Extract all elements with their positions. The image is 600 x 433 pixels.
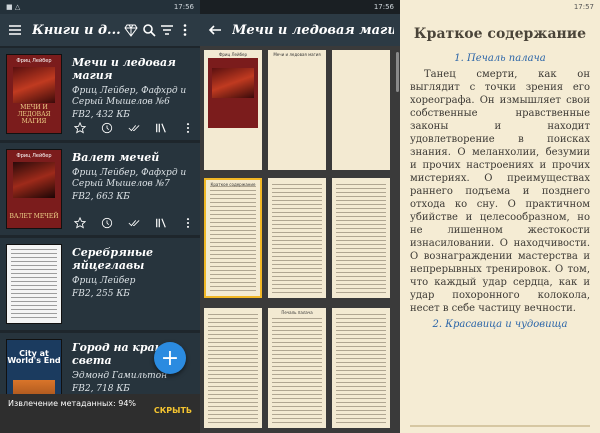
snackbar-text: Извлечение метаданных: 94% — [8, 399, 137, 408]
snackbar: Извлечение метаданных: 94% СКРЫТЬ — [0, 394, 200, 433]
page-grid: Фриц Лейбер Мечи и ледовая магия Краткое… — [200, 46, 400, 433]
snackbar-hide-button[interactable]: СКРЫТЬ — [154, 406, 192, 415]
back-arrow-icon[interactable] — [206, 21, 224, 39]
sort-icon[interactable] — [158, 21, 176, 39]
section-paragraph: Танец смерти, как он выглядит с точки зр… — [410, 69, 590, 314]
thumbnails-appbar: Мечи и ледовая магия — [200, 14, 400, 46]
cover-title: МЕЧИ И ЛЕДОВАЯ МАГИЯ — [17, 104, 51, 125]
book-item[interactable]: Фриц Лейбер ВАЛЕТ МЕЧЕЙ Валет мечей Фриц… — [0, 143, 200, 235]
thumbnails-panel: 17:56 Мечи и ледовая магия Фриц Лейбер М… — [200, 0, 400, 433]
library-appbar: Книги и д... — [0, 14, 200, 46]
star-icon[interactable] — [72, 120, 88, 136]
diamond-icon[interactable] — [122, 21, 140, 39]
page-thumbnail[interactable] — [268, 178, 326, 298]
book-title: Серебряные яйцеглавы — [72, 246, 154, 272]
book-item[interactable]: Фриц Лейбер МЕЧИ И ЛЕДОВАЯ МАГИЯ Мечи и … — [0, 48, 200, 140]
cover-title: City at World's End — [7, 349, 61, 365]
book-cover: Фриц Лейбер МЕЧИ И ЛЕДОВАЯ МАГИЯ — [6, 54, 62, 134]
cover-title: ВАЛЕТ МЕЧЕЙ — [9, 213, 59, 220]
page-thumb-header: Печаль палача — [281, 310, 313, 315]
book-title: Валет мечей — [72, 151, 160, 164]
book-more-icon[interactable] — [180, 215, 196, 231]
library-title: Книги и д... — [32, 22, 121, 38]
reading-progress — [410, 425, 590, 427]
book-meta: FB2, 718 КБ — [72, 384, 130, 394]
book-cover: Фриц Лейбер ВАЛЕТ МЕЧЕЙ — [6, 149, 62, 229]
book-author: Фриц Лейбер, Фафхрд и Серый Мышелов №6 — [72, 86, 187, 107]
menu-icon[interactable] — [6, 21, 24, 39]
book-meta: FB2, 432 КБ — [72, 110, 130, 120]
book-author: Фриц Лейбер, Фафхрд и Серый Мышелов №7 — [72, 168, 187, 189]
section-title[interactable]: 2. Красавица и чудовища — [410, 319, 590, 330]
status-time: 17:56 — [373, 3, 394, 11]
library-icon[interactable] — [153, 120, 169, 136]
book-author: Эдмонд Гамильтон — [72, 371, 168, 381]
library-panel: ■ △ 17:56 Книги и д... Фриц Лейбер МЕЧИ … — [0, 0, 200, 433]
library-icon[interactable] — [153, 215, 169, 231]
search-icon[interactable] — [140, 21, 158, 39]
status-left: ■ △ — [6, 3, 21, 11]
status-bar: 17:57 — [400, 0, 600, 14]
star-icon[interactable] — [72, 215, 88, 231]
clock-icon[interactable] — [99, 120, 115, 136]
page-thumbnail[interactable]: Фриц Лейбер — [204, 50, 262, 170]
scrollbar[interactable] — [396, 52, 399, 92]
page-thumbnail[interactable]: Печаль палача — [268, 308, 326, 428]
add-book-button[interactable]: + — [154, 342, 186, 374]
status-bar: 17:56 — [200, 0, 400, 14]
page-thumbnail[interactable] — [204, 308, 262, 428]
cover-author: Фриц Лейбер — [16, 153, 52, 159]
status-time: 17:56 — [173, 3, 194, 11]
toc-heading: Краткое содержание — [413, 26, 587, 42]
page-thumb-header: Фриц Лейбер — [218, 52, 248, 57]
book-more-icon[interactable] — [180, 120, 196, 136]
check-icon[interactable] — [126, 215, 142, 231]
book-cover — [6, 244, 62, 324]
check-icon[interactable] — [126, 120, 142, 136]
page-thumbnail[interactable] — [332, 50, 390, 170]
book-author: Фриц Лейбер — [72, 276, 136, 286]
clock-icon[interactable] — [99, 215, 115, 231]
section-title[interactable]: 1. Печаль палача — [410, 53, 590, 64]
book-item[interactable]: Серебряные яйцеглавы Фриц Лейбер FB2, 25… — [0, 238, 200, 330]
status-time: 17:57 — [573, 3, 594, 11]
page-thumbnail[interactable] — [332, 178, 390, 298]
page-thumbnail[interactable] — [332, 308, 390, 428]
book-meta: FB2, 663 КБ — [72, 192, 130, 202]
thumbnails-title: Мечи и ледовая магия — [232, 22, 394, 38]
more-icon[interactable] — [176, 21, 194, 39]
book-title: Мечи и ледовая магия — [72, 56, 176, 82]
status-bar: ■ △ 17:56 — [0, 0, 200, 14]
cover-author: Фриц Лейбер — [16, 58, 52, 64]
page-thumb-header: Мечи и ледовая магия — [273, 52, 321, 57]
reader-content[interactable]: Краткое содержание 1. Печаль палача Тане… — [400, 14, 600, 334]
page-thumbnail-selected[interactable]: Краткое содержание — [204, 178, 262, 298]
reader-panel: 17:57 Краткое содержание 1. Печаль палач… — [400, 0, 600, 433]
book-meta: FB2, 255 КБ — [72, 289, 130, 299]
page-thumbnail[interactable]: Мечи и ледовая магия — [268, 50, 326, 170]
